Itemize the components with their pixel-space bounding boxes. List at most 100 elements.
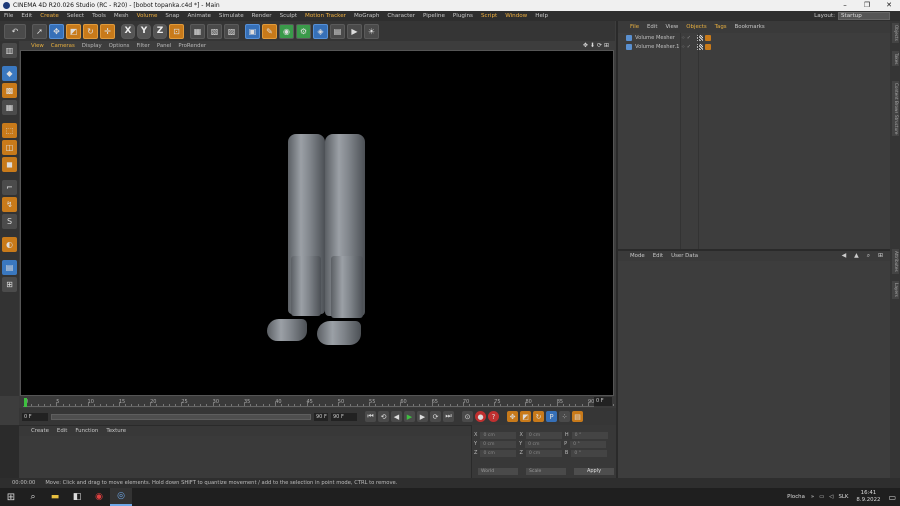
- rotation-key-icon[interactable]: ↻: [533, 411, 544, 422]
- object-name[interactable]: Volume Mesher.1: [635, 44, 681, 50]
- object-menu-file[interactable]: File: [630, 24, 639, 30]
- menu-item-mesh[interactable]: Mesh: [110, 13, 133, 19]
- close-button[interactable]: ✕: [878, 0, 900, 11]
- preview-end-field[interactable]: 90 F: [314, 412, 328, 421]
- right-tab-layers[interactable]: Layers: [892, 281, 899, 299]
- render-view-icon[interactable]: ▦: [190, 23, 205, 39]
- search-icon[interactable]: ⌕: [22, 488, 44, 506]
- menu-item-snap[interactable]: Snap: [161, 13, 183, 19]
- menu-item-character[interactable]: Character: [383, 13, 419, 19]
- coordinate-value-field[interactable]: 0 °: [571, 431, 608, 439]
- subdivision-icon[interactable]: ◉: [279, 23, 294, 39]
- light-icon[interactable]: ☀: [364, 23, 379, 39]
- menu-item-render[interactable]: Render: [248, 13, 276, 19]
- workplane-lock-icon[interactable]: ▤: [2, 260, 17, 275]
- undo-icon[interactable]: ↶: [4, 23, 26, 39]
- next-frame-icon[interactable]: ▶: [417, 411, 428, 422]
- previous-frame-icon[interactable]: ◀: [391, 411, 402, 422]
- axis-y-button[interactable]: Y: [137, 23, 151, 39]
- object-menu-objects[interactable]: Objects: [686, 24, 706, 30]
- coordinate-value-field[interactable]: 0 cm: [480, 431, 517, 439]
- menu-item-script[interactable]: Script: [477, 13, 501, 19]
- object-visibility-flags[interactable]: ⁘ ✓: [681, 44, 697, 50]
- coordinate-value-field[interactable]: 0 cm: [525, 449, 562, 457]
- tweak-mode-icon[interactable]: ↯: [2, 197, 17, 212]
- menu-item-window[interactable]: Window: [501, 13, 531, 19]
- workplane-icon[interactable]: ▦: [2, 100, 17, 115]
- object-row[interactable]: Volume Mesher ⁘ ✓: [618, 33, 890, 42]
- viewport-menu-panel[interactable]: Panel: [157, 43, 172, 49]
- coordinate-value-field[interactable]: 0 cm: [480, 440, 517, 448]
- right-tab-attributes[interactable]: Attributes: [892, 249, 899, 274]
- attribute-menu-user-data[interactable]: User Data: [671, 253, 698, 259]
- viewport-nav-icons[interactable]: ✥⬇⟳⊞: [583, 42, 611, 49]
- menu-item-select[interactable]: Select: [63, 13, 88, 19]
- coordinate-value-field[interactable]: 0 °: [570, 440, 607, 448]
- cinema4d-taskbar-icon[interactable]: ◎: [110, 488, 132, 506]
- position-key-icon[interactable]: ✥: [507, 411, 518, 422]
- network-icon[interactable]: ▭: [819, 494, 824, 500]
- edges-mode-icon[interactable]: ◫: [2, 140, 17, 155]
- material-menu-create[interactable]: Create: [31, 428, 49, 434]
- notifications-icon[interactable]: ▭: [888, 493, 896, 502]
- right-tab-structure[interactable]: Structure: [892, 113, 899, 137]
- material-tag-icon[interactable]: [705, 43, 711, 50]
- current-frame-field[interactable]: 0 F: [594, 397, 612, 406]
- coordinate-value-field[interactable]: 0 °: [571, 449, 608, 457]
- minimize-button[interactable]: –: [834, 0, 856, 11]
- cube-icon[interactable]: ▣: [245, 23, 260, 39]
- parameter-key-icon[interactable]: P: [546, 411, 557, 422]
- menu-item-file[interactable]: File: [0, 13, 17, 19]
- taskbar-clock[interactable]: 16:41 8.9.2022: [856, 490, 880, 504]
- pen-spline-icon[interactable]: ✎: [262, 23, 277, 39]
- tray-chevron-icon[interactable]: »: [811, 494, 814, 500]
- camera-icon[interactable]: ▶: [347, 23, 362, 39]
- play-icon[interactable]: ▶: [404, 411, 415, 422]
- viewport-menu-prorender[interactable]: ProRender: [178, 43, 206, 49]
- file-explorer-icon[interactable]: ▬: [44, 488, 66, 506]
- windows-start-icon[interactable]: ⊞: [0, 488, 22, 506]
- current-frame-indicator[interactable]: [24, 398, 27, 407]
- material-menu-texture[interactable]: Texture: [106, 428, 126, 434]
- floor-icon[interactable]: ▤: [330, 23, 345, 39]
- points-mode-icon[interactable]: ⬚: [2, 123, 17, 138]
- snap-icon[interactable]: S: [2, 214, 17, 229]
- store-icon[interactable]: ◧: [66, 488, 88, 506]
- menu-item-create[interactable]: Create: [36, 13, 63, 19]
- scale-tool-icon[interactable]: ◩: [66, 23, 81, 39]
- scale-key-icon[interactable]: ◩: [520, 411, 531, 422]
- right-tab-objects[interactable]: Objects: [892, 23, 899, 43]
- preview-range-slider[interactable]: [51, 413, 311, 420]
- planar-workplane-icon[interactable]: ⊞: [2, 277, 17, 292]
- desktop-label[interactable]: Plocha: [787, 494, 805, 500]
- object-menu-bookmarks[interactable]: Bookmarks: [735, 24, 765, 30]
- axis-x-button[interactable]: X: [121, 23, 135, 39]
- object-menu-tags[interactable]: Tags: [715, 24, 727, 30]
- menu-item-sculpt[interactable]: Sculpt: [276, 13, 301, 19]
- viewport-menu-cameras[interactable]: Cameras: [51, 43, 75, 49]
- deformer-icon[interactable]: ◈: [313, 23, 328, 39]
- render-settings-icon[interactable]: ▨: [224, 23, 239, 39]
- rotate-tool-icon[interactable]: ↻: [83, 23, 98, 39]
- polygons-mode-icon[interactable]: ◼: [2, 157, 17, 172]
- menu-item-edit[interactable]: Edit: [17, 13, 36, 19]
- move-tool-icon[interactable]: ✥: [49, 23, 64, 39]
- menu-item-simulate[interactable]: Simulate: [215, 13, 248, 19]
- go-to-end-icon[interactable]: ⏭: [443, 411, 454, 422]
- previous-key-icon[interactable]: ⟲: [378, 411, 389, 422]
- menu-item-motion-tracker[interactable]: Motion Tracker: [301, 13, 350, 19]
- object-name[interactable]: Volume Mesher: [635, 35, 681, 41]
- menu-item-tools[interactable]: Tools: [88, 13, 110, 19]
- right-tab-takes[interactable]: Takes: [892, 51, 899, 67]
- next-key-icon[interactable]: ⟳: [430, 411, 441, 422]
- object-visibility-flags[interactable]: ⁘ ✓: [681, 35, 697, 41]
- end-frame-field[interactable]: 90 F: [331, 412, 357, 421]
- menu-item-volume[interactable]: Volume: [133, 13, 162, 19]
- volume-icon[interactable]: ◁: [829, 494, 833, 500]
- menu-item-help[interactable]: Help: [531, 13, 552, 19]
- attribute-nav-icons[interactable]: ◀ ▲ ⌕ ⊞: [842, 252, 886, 260]
- language-indicator[interactable]: SLK: [838, 494, 848, 500]
- menu-item-plugins[interactable]: Plugins: [449, 13, 477, 19]
- cloner-icon[interactable]: ⚙: [296, 23, 311, 39]
- enable-axis-icon[interactable]: ⌐: [2, 180, 17, 195]
